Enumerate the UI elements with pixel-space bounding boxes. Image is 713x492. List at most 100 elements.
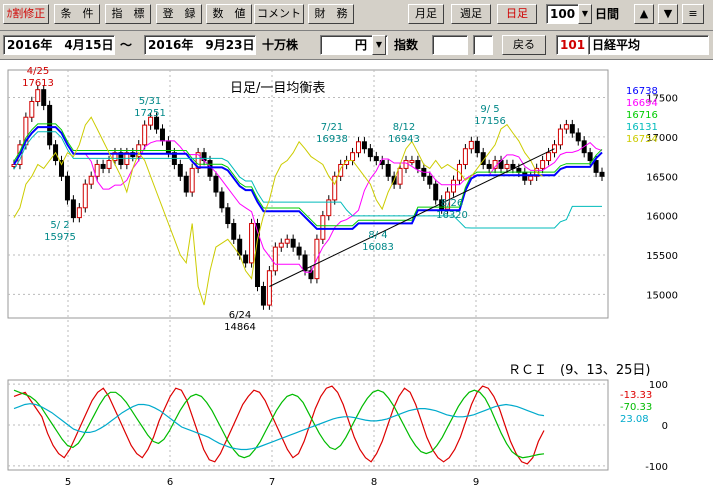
annotation-date: 9/ 5 bbox=[480, 104, 499, 115]
candle-body bbox=[231, 223, 237, 240]
condition-button[interactable]: 条 件 bbox=[54, 4, 100, 24]
candle-body bbox=[278, 242, 284, 248]
financials-button[interactable]: 財 務 bbox=[308, 4, 354, 24]
candle-body bbox=[415, 160, 421, 169]
candle-body bbox=[106, 160, 112, 169]
bar-count-unit: 日間 bbox=[595, 7, 620, 21]
end-date-field[interactable]: 2016年 9月23日 bbox=[144, 35, 256, 55]
y-tick-label: 16500 bbox=[646, 172, 678, 183]
candle-body bbox=[219, 191, 225, 209]
candle-body bbox=[290, 238, 296, 248]
trend-line bbox=[269, 148, 555, 287]
annotation-date: 8/ 4 bbox=[368, 230, 387, 241]
stock-code-field[interactable]: 101 bbox=[556, 35, 590, 55]
annotation-value: 16943 bbox=[388, 134, 420, 145]
y-tick-label: 15000 bbox=[646, 290, 678, 301]
scroll-down-icon[interactable]: ▼ bbox=[658, 4, 678, 24]
chart-title: 日足/一目均衡表 bbox=[230, 81, 325, 96]
index-field-1[interactable] bbox=[432, 35, 468, 55]
x-tick-label: 8 bbox=[371, 477, 377, 488]
candle-body bbox=[403, 160, 409, 169]
date-range-separator: ～ bbox=[120, 38, 133, 52]
candle-body bbox=[64, 175, 70, 201]
candle-body bbox=[546, 152, 552, 162]
candle-body bbox=[504, 163, 510, 169]
bar-count-dropdown-icon[interactable]: ▼ bbox=[578, 4, 592, 24]
weekly-button[interactable]: 週足 bbox=[451, 4, 491, 24]
candle-body bbox=[367, 148, 373, 158]
annotation-date: 8/12 bbox=[393, 122, 415, 133]
annotation-date: 6/24 bbox=[229, 310, 251, 321]
annotation-date: 8/26 bbox=[441, 198, 463, 209]
index-field-2[interactable] bbox=[473, 35, 493, 55]
comment-button[interactable]: コメント bbox=[254, 4, 304, 24]
candle-body bbox=[41, 89, 47, 106]
chart-svg: 1500015500160001650017000175005 6 7 8 9日足/一目… bbox=[7, 66, 678, 488]
legend-value: 16754 bbox=[626, 134, 658, 145]
candle-body bbox=[88, 175, 94, 185]
candle-body bbox=[433, 183, 439, 201]
candle-body bbox=[35, 89, 41, 102]
base-line bbox=[13, 126, 603, 230]
register-button[interactable]: 登 録 bbox=[156, 4, 202, 24]
rci-y-tick-label: -100 bbox=[645, 462, 668, 473]
annotation-date: 5/ 2 bbox=[50, 220, 69, 231]
candle-body bbox=[272, 246, 278, 272]
candle-body bbox=[70, 199, 76, 219]
start-date-field[interactable]: 2016年 4月15日 bbox=[3, 35, 115, 55]
daily-button[interactable]: 日足 bbox=[497, 4, 537, 24]
candle-body bbox=[575, 132, 581, 142]
split-adjust-button[interactable]: ｶ割修正 bbox=[3, 4, 49, 24]
annotation-value: 16320 bbox=[436, 210, 468, 221]
range-bar: 2016年 4月15日 ～ 2016年 9月23日 十万株 円 ▼ 指数 戻る … bbox=[0, 31, 713, 60]
legend-value: 16131 bbox=[626, 122, 658, 133]
annotation-value: 16083 bbox=[362, 242, 394, 253]
candle-body bbox=[462, 148, 468, 165]
candle-body bbox=[249, 223, 255, 264]
monthly-button[interactable]: 月足 bbox=[408, 4, 444, 24]
candle-body bbox=[427, 175, 433, 185]
candle-body bbox=[266, 270, 272, 306]
candle-body bbox=[159, 128, 165, 142]
candle-body bbox=[350, 152, 356, 162]
values-button[interactable]: 数 値 bbox=[206, 4, 252, 24]
scroll-up-icon[interactable]: ▲ bbox=[634, 4, 654, 24]
rci-value-label: -13.33 bbox=[620, 390, 652, 401]
rci-title: ＲＣＩ (9、13、25日) bbox=[508, 363, 651, 378]
back-button[interactable]: 戻る bbox=[502, 35, 546, 55]
stock-name-field[interactable]: 日経平均 bbox=[588, 35, 709, 55]
x-tick-label: 6 bbox=[167, 477, 173, 488]
candle-body bbox=[284, 238, 290, 244]
candle-body bbox=[59, 160, 65, 177]
candle-body bbox=[569, 124, 575, 134]
menu-icon[interactable]: ≡ bbox=[682, 4, 704, 24]
rci-y-tick-label: 0 bbox=[662, 421, 668, 432]
candle-body bbox=[189, 167, 195, 193]
candle-body bbox=[540, 160, 546, 169]
candle-body bbox=[243, 254, 249, 264]
candle-body bbox=[486, 163, 492, 169]
x-tick-label: 7 bbox=[269, 477, 275, 488]
indicator-button[interactable]: 指 標 bbox=[105, 4, 151, 24]
rci-value-label: 23.08 bbox=[620, 414, 649, 425]
annotation-value: 17251 bbox=[134, 108, 166, 119]
rci-value-label: -70.33 bbox=[620, 402, 652, 413]
candle-body bbox=[361, 141, 367, 150]
annotation-date: 4/25 bbox=[27, 66, 49, 77]
candle-body bbox=[557, 128, 563, 146]
conversion-line bbox=[13, 126, 603, 273]
candle-body bbox=[563, 124, 569, 130]
candle-body bbox=[474, 140, 480, 154]
candle-body bbox=[593, 160, 599, 173]
candle-body bbox=[82, 183, 88, 209]
legend-value: 16694 bbox=[626, 98, 658, 109]
candle-body bbox=[599, 171, 605, 177]
currency-dropdown-icon[interactable]: ▼ bbox=[372, 35, 386, 55]
candle-body bbox=[142, 124, 148, 146]
candle-body bbox=[373, 156, 379, 162]
candle-body bbox=[587, 152, 593, 162]
candle-body bbox=[225, 207, 231, 225]
x-tick-label: 5 bbox=[65, 477, 71, 488]
y-tick-label: 15500 bbox=[646, 251, 678, 262]
candle-body bbox=[100, 163, 106, 169]
